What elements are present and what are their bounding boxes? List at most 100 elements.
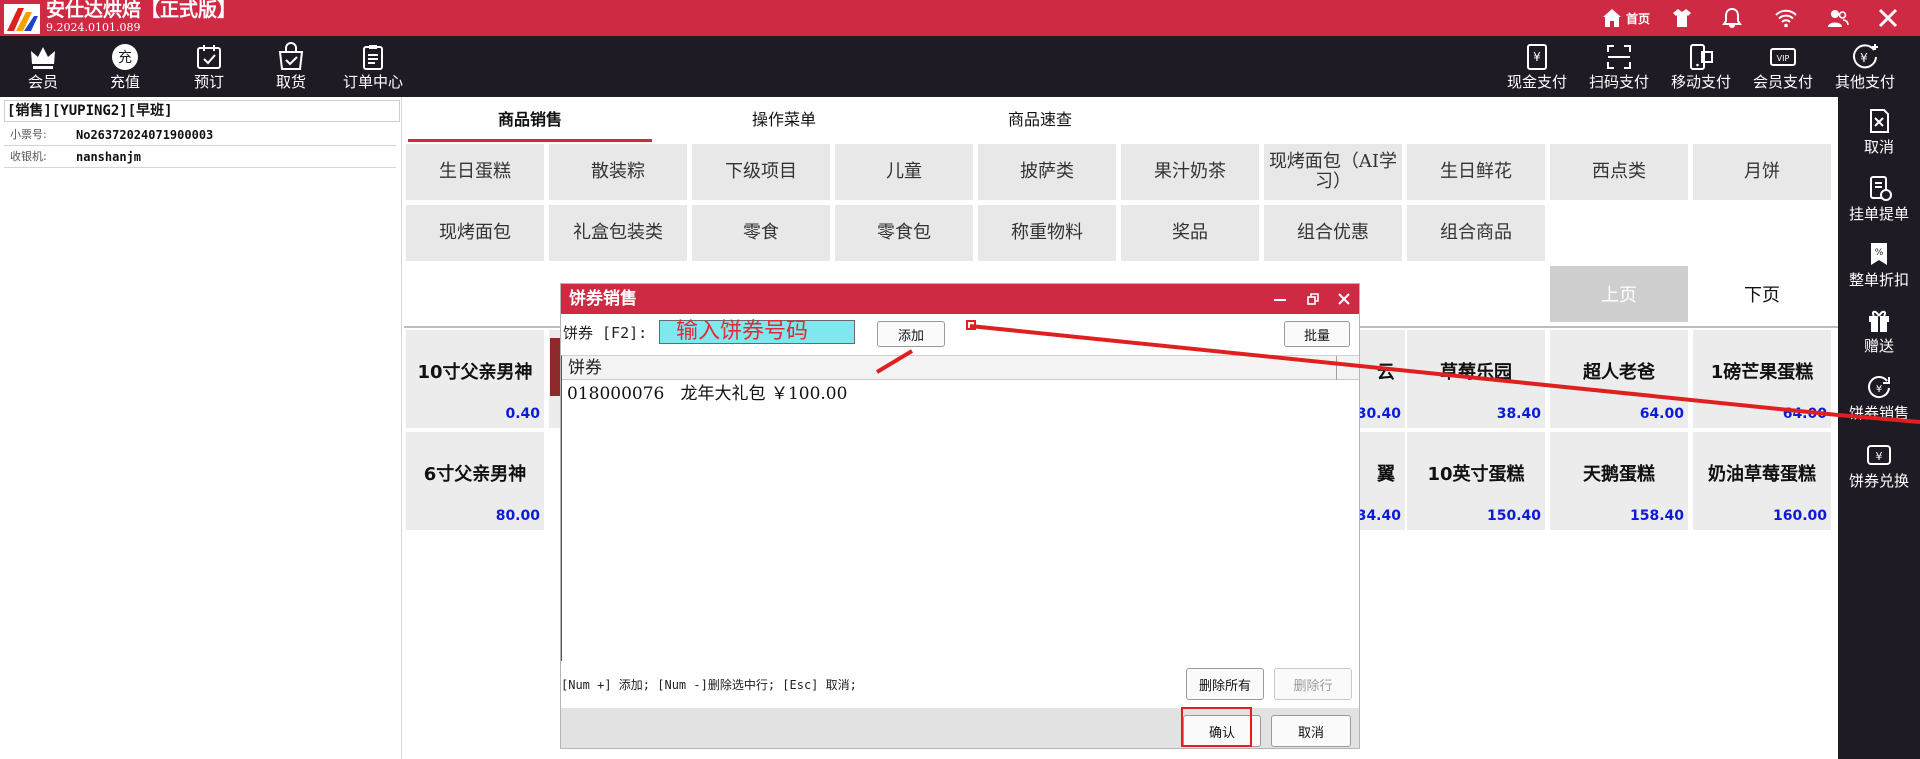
delete-row-button[interactable]: 删除行 <box>1274 668 1352 700</box>
category-fresh-bread-ai[interactable]: 现烤面包（AI学习） <box>1264 144 1402 200</box>
coupon-number-input[interactable]: 输入饼券号码 <box>659 320 855 344</box>
order-info-panel: [销售][YUPING2][早班] 小票号: No263720240719000… <box>0 97 402 759</box>
toolbar-reserve-button[interactable]: 预订 <box>174 40 244 96</box>
tab-operation-menu[interactable]: 操作菜单 <box>662 98 906 142</box>
product-price: 80.00 <box>495 508 540 524</box>
tab-product-lookup[interactable]: 商品速查 <box>918 98 1162 142</box>
product-tile[interactable]: 10寸父亲男神 0.40 <box>406 330 544 428</box>
right-sidebar: 取消 挂单提单 % 整单折扣 赠送 ¥ 饼券销售 ¥ 饼券兑换 <box>1838 97 1920 759</box>
user-switch-button[interactable] <box>1826 4 1850 32</box>
sidebar-hold-order-button[interactable]: 挂单提单 <box>1838 174 1920 234</box>
sidebar-coupon-exchange-label: 饼券兑换 <box>1848 472 1909 490</box>
sidebar-gift-button[interactable]: 赠送 <box>1838 306 1920 366</box>
title-bar: 安仕达烘焙【正式版】 9.2024.0101.089 首页 <box>0 0 1920 36</box>
list-item[interactable]: 018000076 龙年大礼包 ￥100.00 <box>562 382 847 406</box>
product-tile[interactable]: 草莓乐园 38.40 <box>1407 330 1545 428</box>
product-tile[interactable]: 10英寸蛋糕 150.40 <box>1407 432 1545 530</box>
users-icon <box>1828 10 1849 27</box>
active-tab-indicator <box>408 139 652 142</box>
toolbar-member-pay-button[interactable]: VIP 会员支付 <box>1748 40 1818 96</box>
category-prizes[interactable]: 奖品 <box>1121 205 1259 261</box>
svg-text:¥: ¥ <box>1876 384 1882 395</box>
delete-all-button[interactable]: 删除所有 <box>1186 668 1264 700</box>
recharge-glyph: 充 <box>118 50 132 66</box>
close-app-button[interactable] <box>1876 4 1900 32</box>
bell-icon <box>1722 7 1742 28</box>
sidebar-discount-button[interactable]: % 整单折扣 <box>1838 240 1920 300</box>
skin-button[interactable] <box>1670 4 1694 32</box>
category-birthday-flowers[interactable]: 生日鲜花 <box>1407 144 1545 200</box>
toolbar-pickup-button[interactable]: 取货 <box>256 40 326 96</box>
toolbar-cash-pay-label: 现金支付 <box>1506 73 1567 91</box>
category-pizza[interactable]: 披萨类 <box>978 144 1116 200</box>
scan-icon <box>1607 45 1631 69</box>
product-tile[interactable]: 超人老爸 64.00 <box>1550 330 1688 428</box>
minimize-icon <box>1274 299 1286 301</box>
product-tile-partial[interactable]: 翼 34.40 <box>1357 432 1405 530</box>
toolbar-member-button[interactable]: 会员 <box>8 40 78 96</box>
toolbar-recharge-button[interactable]: 充 充值 <box>90 40 160 96</box>
category-kids[interactable]: 儿童 <box>835 144 973 200</box>
sidebar-cancel-label: 取消 <box>1863 138 1894 156</box>
category-gift-box[interactable]: 礼盒包装类 <box>549 205 687 261</box>
dialog-minimize-button[interactable] <box>1265 284 1295 314</box>
app-title: 安仕达烘焙【正式版】 <box>46 0 237 21</box>
category-snacks[interactable]: 零食 <box>692 205 830 261</box>
top-toolbar: 会员 充 充值 预订 取货 订单中心 ¥ 现金支付 扫码支付 移动支付 VIP … <box>0 36 1920 97</box>
product-price: 160.00 <box>1772 508 1827 524</box>
toolbar-order-center-button[interactable]: 订单中心 <box>338 40 408 96</box>
toolbar-recharge-label: 充值 <box>109 73 140 91</box>
notification-button[interactable] <box>1720 4 1744 32</box>
category-sub-items[interactable]: 下级项目 <box>692 144 830 200</box>
network-status[interactable] <box>1774 4 1798 32</box>
product-name: 超人老爸 <box>1583 362 1655 383</box>
category-combo-deals[interactable]: 组合优惠 <box>1264 205 1402 261</box>
product-tile[interactable]: 天鹅蛋糕 158.40 <box>1550 432 1688 530</box>
product-name: 10寸父亲男神 <box>417 362 533 383</box>
coupon-field-label: 饼券 [F2]: <box>563 324 648 342</box>
toolbar-mobile-pay-label: 移动支付 <box>1670 73 1731 91</box>
category-birthday-cake[interactable]: 生日蛋糕 <box>406 144 544 200</box>
category-combo-products[interactable]: 组合商品 <box>1407 205 1545 261</box>
category-weighed-items[interactable]: 称重物料 <box>978 205 1116 261</box>
category-fresh-bread[interactable]: 现烤面包 <box>406 205 544 261</box>
toolbar-member-label: 会员 <box>27 73 58 91</box>
tab-product-sales[interactable]: 商品销售 <box>408 98 652 142</box>
toolbar-other-pay-button[interactable]: ¥ 其他支付 <box>1830 40 1900 96</box>
toolbar-member-pay-label: 会员支付 <box>1752 73 1813 91</box>
sidebar-cancel-button[interactable]: 取消 <box>1838 107 1920 167</box>
dialog-restore-button[interactable] <box>1298 284 1328 314</box>
product-tile[interactable]: 1磅芒果蛋糕 64.00 <box>1693 330 1831 428</box>
category-bulk-zongzi[interactable]: 散装粽 <box>549 144 687 200</box>
coupon-list[interactable]: 饼券 018000076 龙年大礼包 ￥100.00 <box>561 355 1359 661</box>
toolbar-mobile-pay-button[interactable]: 移动支付 <box>1666 40 1736 96</box>
product-price: 0.40 <box>505 406 540 422</box>
recharge-icon: 充 <box>112 44 138 70</box>
prev-page-button[interactable]: 上页 <box>1550 266 1688 322</box>
confirm-annotation-box <box>1181 707 1252 747</box>
svg-text:¥: ¥ <box>1860 51 1868 65</box>
cancel-button[interactable]: 取消 <box>1271 715 1351 747</box>
toolbar-scan-pay-button[interactable]: 扫码支付 <box>1584 40 1654 96</box>
category-juice-tea[interactable]: 果汁奶茶 <box>1121 144 1259 200</box>
product-tile[interactable]: 奶油草莓蛋糕 160.00 <box>1693 432 1831 530</box>
product-name: 天鹅蛋糕 <box>1583 464 1655 485</box>
sidebar-coupon-exchange-button[interactable]: ¥ 饼券兑换 <box>1838 441 1920 501</box>
product-tile-partial[interactable]: 云 30.40 <box>1357 330 1405 428</box>
dialog-close-button[interactable] <box>1329 284 1359 314</box>
home-button[interactable]: 首页 <box>1600 4 1650 32</box>
coupon-column-header: 饼券 <box>562 356 1359 380</box>
wifi-icon <box>1775 9 1797 28</box>
toolbar-cash-pay-button[interactable]: ¥ 现金支付 <box>1502 40 1572 96</box>
product-tile[interactable]: 6寸父亲男神 80.00 <box>406 432 544 530</box>
product-name: 10英寸蛋糕 <box>1427 464 1525 485</box>
receipt-label: 小票号: <box>10 128 47 141</box>
add-coupon-button[interactable]: 添加 <box>877 321 945 347</box>
sidebar-coupon-sale-button[interactable]: ¥ 饼券销售 <box>1838 373 1920 433</box>
pickup-icon <box>278 42 304 70</box>
category-snack-pack[interactable]: 零食包 <box>835 205 973 261</box>
next-page-button[interactable]: 下页 <box>1693 266 1831 322</box>
category-mooncake[interactable]: 月饼 <box>1693 144 1831 200</box>
category-western-pastry[interactable]: 西点类 <box>1550 144 1688 200</box>
batch-button[interactable]: 批量 <box>1284 321 1350 347</box>
